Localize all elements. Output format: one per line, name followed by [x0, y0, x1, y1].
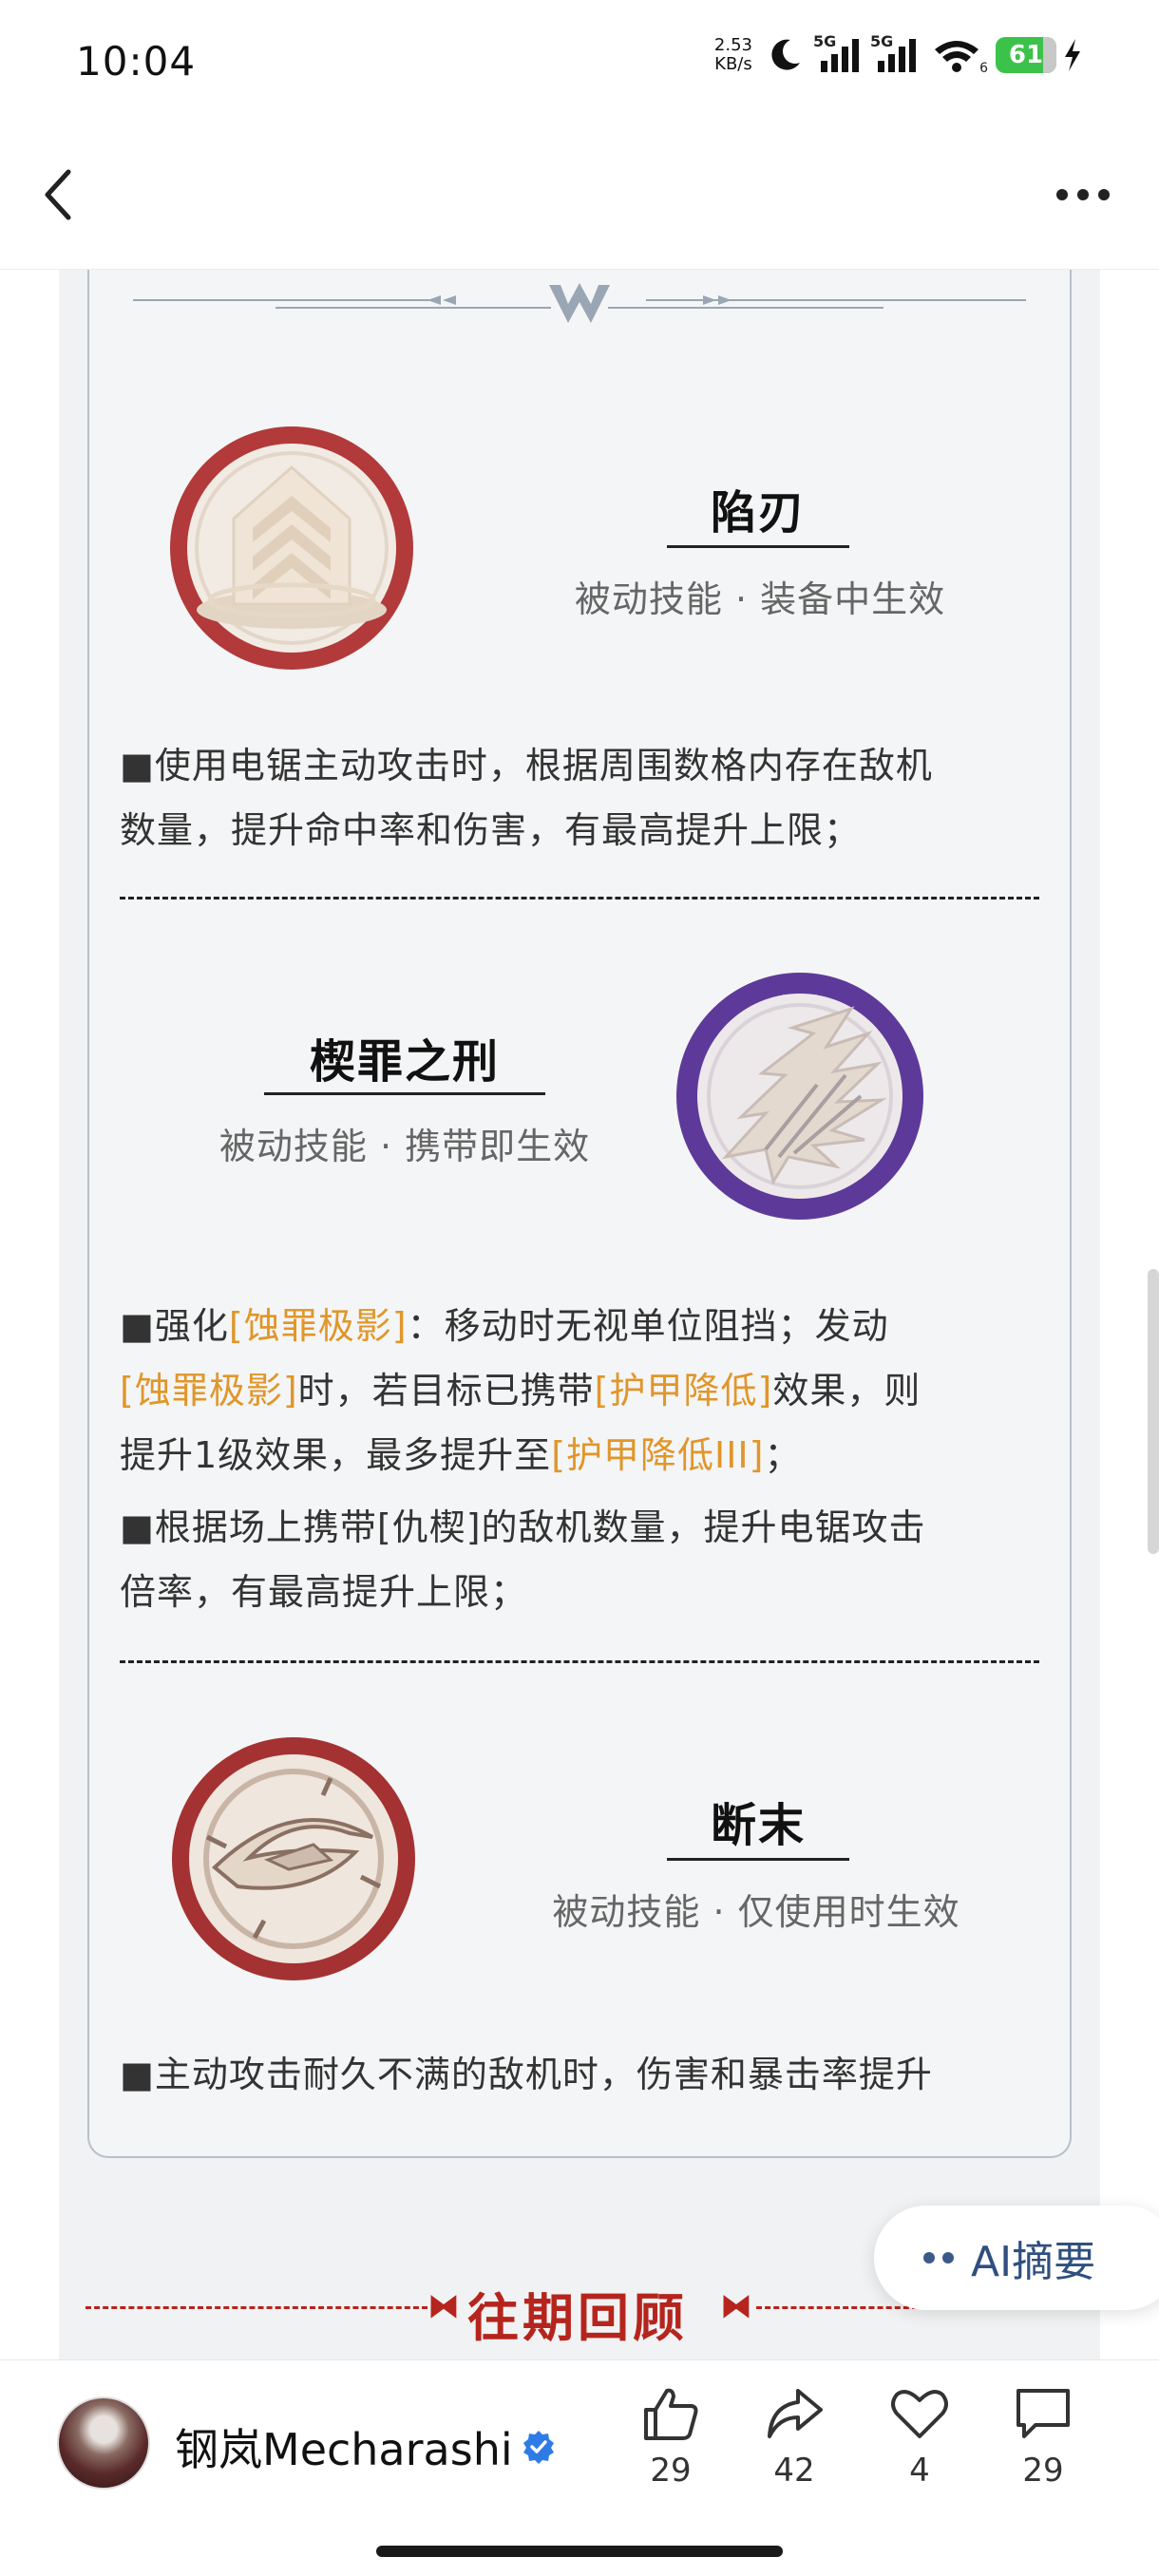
like-button[interactable]: 29	[623, 2385, 718, 2490]
author-name: 钢岚Mecharashi	[175, 2424, 513, 2475]
skill-2-desc-text-a: ■强化	[120, 1305, 229, 1347]
skill-2-highlight-4: [护甲降低III]	[551, 1434, 765, 1476]
skill-1-description: ■使用电锯主动攻击时，根据周围数格内存在敌机 数量，提升命中率和伤害，有最高提升…	[120, 733, 1041, 862]
author-info[interactable]: 钢岚Mecharashi	[175, 2415, 557, 2478]
share-count: 42	[773, 2452, 815, 2490]
skill-2-desc-line-1: ■强化[蚀罪极影]：移动时无视单位阻挡；发动	[120, 1294, 1041, 1358]
signal-2-label: 5G	[870, 32, 894, 50]
skill-3-description: ■主动攻击耐久不满的敌机时，伤害和暴击率提升	[120, 2042, 1041, 2107]
comment-button[interactable]: 29	[996, 2385, 1091, 2490]
review-line-right	[756, 2306, 918, 2309]
review-mark-left: ⧓	[428, 2287, 460, 2325]
tower-emblem-icon	[170, 426, 413, 670]
status-bar: 10:04 2.53 KB/s 5G 5G 6 61	[0, 0, 1159, 123]
home-indicator[interactable]	[376, 2546, 783, 2557]
wing-emblem-icon	[676, 973, 923, 1220]
skill-2-desc-text-c: 时，若目标已携带	[297, 1370, 595, 1411]
more-dots-icon	[1056, 189, 1110, 200]
skill-1-title-underline	[667, 545, 849, 548]
more-button[interactable]	[1045, 171, 1121, 218]
back-arrow-icon	[45, 169, 71, 220]
skill-2-desc-text-e: 提升1级效果，最多提升至	[120, 1434, 552, 1476]
skill-2-desc-text-f: ；	[764, 1434, 802, 1476]
review-title: 往期回顾	[467, 2287, 688, 2348]
skill-1-title: 陷刃	[710, 486, 806, 540]
share-icon	[768, 2389, 823, 2438]
signal-1: 5G	[813, 32, 861, 74]
skill-2-description: ■强化[蚀罪极影]：移动时无视单位阻挡；发动 [蚀罪极影]时，若目标已携带[护甲…	[120, 1294, 1041, 1624]
skill-2-highlight-1: [蚀罪极影]	[228, 1305, 408, 1347]
signal-2: 5G	[870, 32, 918, 74]
ai-summary-button[interactable]: AI摘要	[874, 2206, 1159, 2310]
ai-sparkle-icon	[923, 2252, 954, 2263]
battery-level: 61	[1008, 41, 1044, 69]
charging-icon	[1065, 39, 1080, 71]
skill-3-subtitle: 被动技能 · 仅使用时生效	[552, 1891, 960, 1933]
divider-2	[120, 1660, 1039, 1663]
status-time: 10:04	[76, 38, 197, 85]
skill-2-subtitle: 被动技能 · 携带即生效	[218, 1126, 591, 1167]
review-mark-right: ⧓	[720, 2287, 752, 2325]
ornament-divider	[133, 283, 1026, 323]
skill-2-desc-text-b: ：移动时无视单位阻挡；发动	[407, 1305, 889, 1347]
skill-2-desc-line-5: 倍率，有最高提升上限；	[120, 1571, 528, 1613]
moon-icon	[771, 39, 800, 70]
skill-2-title-underline	[264, 1092, 545, 1095]
ai-summary-label: AI摘要	[971, 2238, 1096, 2286]
skill-2-highlight-2: [蚀罪极影]	[120, 1370, 298, 1411]
share-button[interactable]: 42	[747, 2385, 842, 2490]
thumbs-up-icon	[644, 2388, 698, 2440]
skill-2-desc-line-4: ■根据场上携带[仇楔]的敌机数量，提升电锯攻击	[120, 1506, 926, 1548]
like-count: 29	[650, 2452, 692, 2490]
nav-bar	[0, 123, 1159, 270]
eye-emblem-icon	[172, 1737, 415, 1980]
verified-badge-icon	[522, 2431, 554, 2464]
skill-2-desc-line-3: 提升1级效果，最多提升至[护甲降低III]；	[120, 1423, 1041, 1487]
skill-2-highlight-3: [护甲降低]	[594, 1370, 773, 1411]
battery-icon: 61	[996, 37, 1056, 73]
battery: 61	[996, 37, 1083, 73]
wifi-label: 6	[979, 61, 988, 76]
author-avatar[interactable]	[57, 2396, 150, 2490]
comment-count: 29	[1022, 2452, 1064, 2490]
skill-2-title: 楔罪之刑	[309, 1035, 500, 1089]
scrollbar-thumb[interactable]	[1148, 1269, 1159, 1554]
skill-3-title: 断末	[710, 1799, 806, 1852]
skill-1-subtitle: 被动技能 · 装备中生效	[574, 578, 946, 620]
network-speed-value: 2.53	[713, 35, 752, 55]
comment-icon	[1016, 2389, 1070, 2438]
skill-3-title-underline	[667, 1858, 849, 1861]
review-line-left	[86, 2306, 428, 2309]
network-speed: 2.53 KB/s	[714, 36, 752, 74]
skill-3-desc-line-1: ■主动攻击耐久不满的敌机时，伤害和暴击率提升	[120, 2054, 933, 2095]
skill-2-desc-text-d: 效果，则	[772, 1370, 922, 1411]
skill-2-desc-line-2: [蚀罪极影]时，若目标已携带[护甲降低]效果，则	[120, 1358, 1041, 1423]
favorite-button[interactable]: 4	[872, 2385, 967, 2490]
back-button[interactable]	[28, 161, 86, 228]
wifi: 6	[931, 36, 988, 76]
skill-1-desc-line-2: 数量，提升命中率和伤害，有最高提升上限；	[120, 809, 862, 851]
bottom-action-bar: 钢岚Mecharashi 29 42 4 29	[0, 2359, 1159, 2576]
status-icons: 2.53 KB/s 5G 5G 6 61	[714, 32, 1083, 76]
divider-1	[120, 897, 1039, 900]
heart-icon	[891, 2390, 948, 2438]
wifi-icon	[935, 41, 978, 72]
network-speed-unit: KB/s	[714, 54, 752, 74]
favorite-count: 4	[909, 2452, 930, 2490]
skill-1-desc-line-1: ■使用电锯主动攻击时，根据周围数格内存在敌机	[120, 745, 933, 786]
signal-1-label: 5G	[813, 32, 837, 50]
